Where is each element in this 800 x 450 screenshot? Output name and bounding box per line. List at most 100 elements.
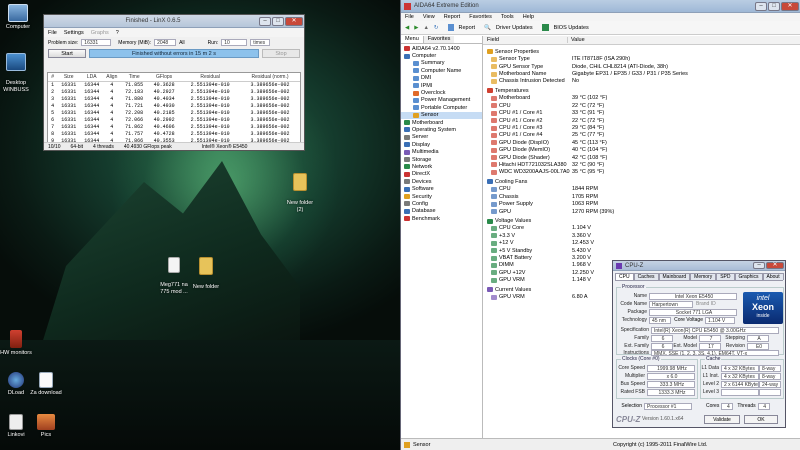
column-header[interactable]: #: [48, 73, 58, 82]
table-row[interactable]: 4 16331 16344 4 71.721 40.4930 2.551394e-010 3.…: [48, 102, 300, 109]
desktop-icon-hw-monitors[interactable]: HW monitors: [0, 330, 38, 357]
column-header[interactable]: Residual (norm.): [240, 73, 300, 82]
tree-item[interactable]: Server: [401, 134, 482, 141]
tab-cpu[interactable]: CPU: [615, 273, 634, 280]
close-button[interactable]: ✕: [781, 1, 799, 11]
tree-item[interactable]: Config: [401, 200, 482, 207]
sensor-row[interactable]: CPU 22 °C (72 °F): [487, 102, 800, 109]
forward-icon[interactable]: ▶: [414, 25, 418, 31]
table-row[interactable]: 5 16331 16344 4 72.208 40.2185 2.551394e-010 3.…: [48, 109, 300, 116]
sensor-row[interactable]: CPU #1 / Core #3 29 °C (84 °F): [487, 124, 800, 131]
tree-item[interactable]: Database: [401, 208, 482, 215]
sensor-row[interactable]: Hitachi HDT721032SLA380 32 °C (90 °F): [487, 161, 800, 168]
menu-view[interactable]: View: [423, 14, 435, 20]
tab-caches[interactable]: Caches: [633, 273, 659, 280]
sensor-row[interactable]: +12 V 12.453 V: [487, 240, 800, 247]
sensor-row[interactable]: CPU #1 / Core #1 33 °C (91 °F): [487, 110, 800, 117]
sensor-row[interactable]: Power Supply 1063 RPM: [487, 200, 800, 207]
run-count-input[interactable]: 10: [221, 39, 248, 46]
desktop-icon-new-folder[interactable]: New folder: [184, 250, 228, 291]
up-icon[interactable]: ▲: [423, 25, 428, 31]
linx-titlebar[interactable]: Finished - LinX 0.6.5 – □ ✕: [44, 15, 304, 28]
desktop-icon-new-folder-2[interactable]: New folder (2): [278, 166, 322, 214]
tab-mainboard[interactable]: Mainboard: [658, 273, 691, 280]
tab-spd[interactable]: SPD: [716, 273, 735, 280]
sensor-row[interactable]: Sensor Type ITE IT8718F (ISA 290h): [487, 56, 800, 63]
all-checkbox-label[interactable]: All: [179, 40, 185, 46]
tree-item[interactable]: Sensor: [401, 111, 482, 119]
minimize-button[interactable]: –: [755, 1, 767, 11]
minimize-button[interactable]: –: [753, 262, 765, 269]
menu-file[interactable]: File: [48, 30, 57, 36]
desktop-icon-desktop-winbuss[interactable]: Desktop WINBUSS: [0, 46, 38, 94]
problem-size-input[interactable]: 16331: [81, 39, 112, 46]
tree-item[interactable]: Computer: [401, 52, 482, 59]
tree-item[interactable]: Software: [401, 185, 482, 192]
menu-help[interactable]: ?: [116, 30, 119, 36]
sensor-row[interactable]: GPU Diode (Shader) 42 °C (108 °F): [487, 154, 800, 161]
table-row[interactable]: 7 16331 16344 4 71.862 40.4606 2.551394e-010 3.…: [48, 123, 300, 130]
tree-item[interactable]: DirectX: [401, 171, 482, 178]
tree-item[interactable]: Multimedia: [401, 148, 482, 155]
tree-item[interactable]: Power Management: [401, 97, 482, 104]
driver-updates-button[interactable]: Driver Updates: [496, 25, 533, 31]
tree-item[interactable]: Network: [401, 163, 482, 170]
tree-item[interactable]: Operating System: [401, 126, 482, 133]
close-button[interactable]: ✕: [285, 16, 303, 26]
sensor-row[interactable]: Chassis 1705 RPM: [487, 193, 800, 200]
sensor-row[interactable]: CPU Core 1.104 V: [487, 225, 800, 232]
menu-tools[interactable]: Tools: [501, 14, 514, 20]
sensor-row[interactable]: +5 V Standby 5.430 V: [487, 247, 800, 254]
tab-about[interactable]: About: [762, 273, 784, 280]
sensor-row[interactable]: Motherboard 39 °C (102 °F): [487, 95, 800, 102]
tab-memory[interactable]: Memory: [690, 273, 717, 280]
sensor-row[interactable]: GPU Sensor Type Diode, CHiL CHL8214 (ATI-…: [487, 63, 800, 70]
table-row[interactable]: 3 16331 16344 4 71.880 40.4034 2.551394e-010 3.…: [48, 95, 300, 102]
tab-graphics[interactable]: Graphics: [734, 273, 763, 280]
column-header[interactable]: Align: [103, 73, 121, 82]
column-value[interactable]: Value: [568, 37, 585, 43]
tree-item[interactable]: Storage: [401, 156, 482, 163]
menu-file[interactable]: File: [405, 14, 414, 20]
table-row[interactable]: 6 16331 16344 4 72.066 40.2992 2.551394e-010 3.…: [48, 116, 300, 123]
run-unit-select[interactable]: times: [250, 39, 271, 46]
sensor-row[interactable]: Motherboard Name Gigabyte EP31 / EP35 / G…: [487, 70, 800, 77]
sensor-row[interactable]: GPU Diode (DispIO) 45 °C (113 °F): [487, 139, 800, 146]
tab-favorites[interactable]: Favorites: [423, 36, 455, 43]
tree-item[interactable]: Summary: [401, 60, 482, 67]
column-field[interactable]: Field: [483, 37, 568, 43]
sensor-row[interactable]: WDC WD3200AAJS-00L7A0 35 °C (95 °F): [487, 169, 800, 176]
bios-updates-button[interactable]: BIOS Updates: [554, 25, 589, 31]
sensor-row[interactable]: GPU Diode (MemIO) 40 °C (104 °F): [487, 146, 800, 153]
sensor-row[interactable]: Chassis Intrusion Detected No: [487, 78, 800, 85]
menu-help[interactable]: Help: [523, 14, 534, 20]
table-row[interactable]: 8 16331 16344 4 71.757 40.4728 2.551394e-010 3.…: [48, 130, 300, 137]
tree-item[interactable]: AIDA64 v2.70.1400: [401, 45, 482, 52]
tree-item[interactable]: Motherboard: [401, 119, 482, 126]
desktop-icon-pics[interactable]: Pics: [24, 414, 68, 439]
menu-settings[interactable]: Settings: [64, 30, 84, 36]
tab-menu[interactable]: Menu: [401, 36, 424, 43]
tree-item[interactable]: Display: [401, 141, 482, 148]
maximize-button[interactable]: □: [768, 1, 780, 11]
table-row[interactable]: 2 16331 16344 4 72.183 40.2927 2.551394e-010 3.…: [48, 88, 300, 95]
menu-favorites[interactable]: Favorites: [469, 14, 492, 20]
sensor-row[interactable]: CPU #1 / Core #2 22 °C (72 °F): [487, 117, 800, 124]
aida64-titlebar[interactable]: AIDA64 Extreme Edition – □ ✕: [401, 0, 800, 13]
tree-item[interactable]: Benchmark: [401, 215, 482, 222]
desktop-icon-za-download[interactable]: Za download: [24, 372, 68, 397]
table-row[interactable]: 1 16331 16344 4 71.855 40.3628 2.551394e-010 3.…: [48, 81, 300, 88]
column-header[interactable]: LDA: [80, 73, 104, 82]
ok-button[interactable]: OK: [744, 414, 778, 424]
validate-button[interactable]: Validate: [704, 414, 740, 424]
back-icon[interactable]: ◀: [405, 25, 409, 31]
sensor-row[interactable]: +3.3 V 3.360 V: [487, 232, 800, 239]
maximize-button[interactable]: □: [272, 16, 284, 26]
menu-report[interactable]: Report: [444, 14, 461, 20]
desktop-icon-computer[interactable]: Computer: [0, 4, 40, 31]
memory-input[interactable]: 2048: [154, 39, 177, 46]
tree-item[interactable]: Computer Name: [401, 67, 482, 74]
tree-item[interactable]: Overclock: [401, 89, 482, 96]
sensor-row[interactable]: CPU #1 / Core #4 25 °C (77 °F): [487, 132, 800, 139]
tree-item[interactable]: Devices: [401, 178, 482, 185]
